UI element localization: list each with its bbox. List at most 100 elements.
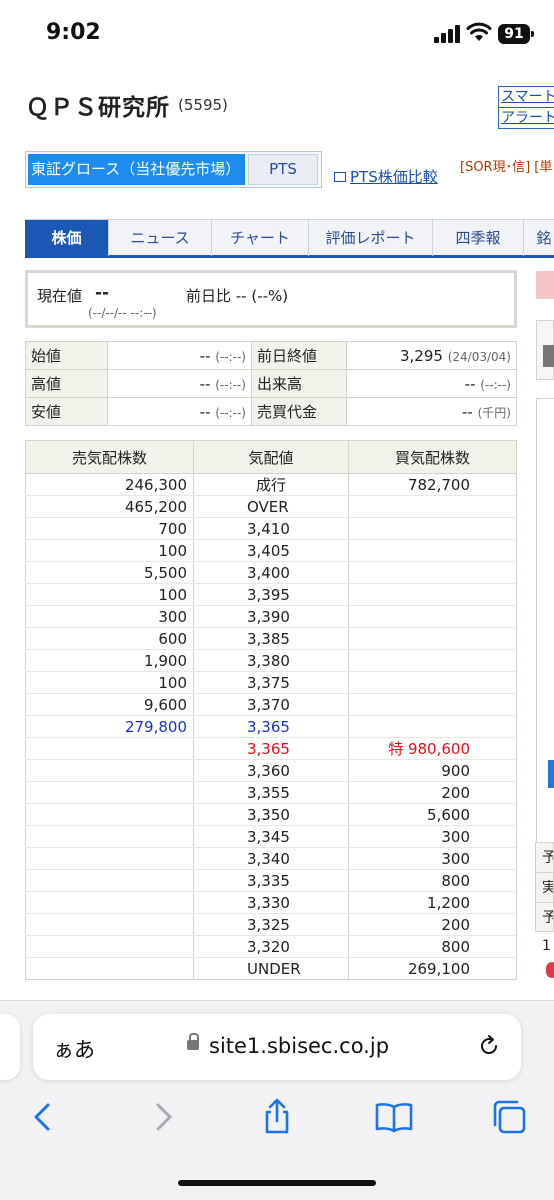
lock-icon: [187, 1033, 199, 1050]
edge-badge: [546, 962, 554, 978]
share-icon[interactable]: [257, 1097, 297, 1137]
order-book-row: 3,320 800: [25, 935, 517, 958]
quote-price: 3,355: [193, 781, 349, 804]
summary-value: -- (--:--): [107, 397, 252, 426]
order-book-row: 3,360 900: [25, 759, 517, 782]
current-price-time: (--/--/-- --:--): [88, 306, 157, 320]
sell-qty: [25, 913, 194, 936]
reload-icon[interactable]: [477, 1034, 501, 1058]
alert-link[interactable]: アラート: [499, 108, 554, 129]
current-price-value: --: [95, 283, 110, 303]
tab-price[interactable]: 株価: [25, 220, 109, 256]
sell-qty: [25, 957, 194, 980]
sor-badge: [SOR現･信] [単: [460, 160, 553, 175]
tab-chart[interactable]: チャート: [212, 220, 309, 256]
order-book-row: UNDER 269,100: [25, 957, 517, 980]
buy-qty: [348, 693, 517, 716]
sell-qty-header: 売気配株数: [25, 440, 194, 474]
order-book-row: 3,340 300: [25, 847, 517, 870]
summary-row: 安値 -- (--:--) 売買代金 -- (千円): [25, 397, 517, 426]
order-book-row: 3,325 200: [25, 913, 517, 936]
sell-qty: [25, 869, 194, 892]
quote-price: UNDER: [193, 957, 349, 980]
tabs-icon[interactable]: [490, 1097, 530, 1137]
market-tab-pts[interactable]: PTS: [248, 154, 318, 185]
quote-price-header: 気配値: [193, 440, 349, 474]
summary-label: 高値: [25, 369, 108, 398]
sell-qty: 300: [25, 605, 194, 628]
bookmarks-icon[interactable]: [374, 1097, 414, 1137]
quote-price: 3,365: [193, 737, 349, 760]
reader-settings-button[interactable]: ぁあ: [53, 1034, 95, 1064]
order-book-table: 売気配株数 気配値 買気配株数 246,300 成行 782,700 465,200 O…: [25, 440, 517, 980]
edge-row: 予: [535, 842, 554, 872]
quote-price: 3,380: [193, 649, 349, 672]
summary-value-2: -- (--:--): [346, 369, 517, 398]
buy-qty: 1,200: [348, 891, 517, 914]
back-icon[interactable]: [24, 1097, 64, 1137]
pts-compare-link[interactable]: PTS株価比較: [334, 166, 438, 187]
sell-qty: [25, 781, 194, 804]
edge-row: 予: [535, 902, 554, 932]
tab-rating-report[interactable]: 評価レポート: [309, 220, 433, 256]
quote-price: 3,350: [193, 803, 349, 826]
order-book-row: 246,300 成行 782,700: [25, 473, 517, 496]
market-tab-tse-growth[interactable]: 東証グロース（当社優先市場）: [28, 154, 245, 185]
buy-qty: 5,600: [348, 803, 517, 826]
home-indicator: [178, 1180, 376, 1186]
buy-qty: 200: [348, 913, 517, 936]
quote-price: OVER: [193, 495, 349, 518]
order-book-row: 5,500 3,400: [25, 561, 517, 584]
order-book-row: 1,900 3,380: [25, 649, 517, 672]
address-bar[interactable]: ぁあ site1.sbisec.co.jp: [33, 1014, 521, 1080]
buy-qty-header: 買気配株数: [348, 440, 517, 474]
summary-value-2: 3,295 (24/03/04): [346, 341, 517, 370]
buy-qty: [348, 715, 517, 738]
sell-qty: [25, 759, 194, 782]
order-book-row: 3,365 特 980,600: [25, 737, 517, 760]
sell-qty: 100: [25, 671, 194, 694]
summary-value: -- (--:--): [107, 341, 252, 370]
quote-price: 3,340: [193, 847, 349, 870]
quote-price: 3,360: [193, 759, 349, 782]
order-book-row: 9,600 3,370: [25, 693, 517, 716]
quote-price: 3,335: [193, 869, 349, 892]
edge-table: 予 実 予: [535, 842, 554, 932]
order-book-row: 3,345 300: [25, 825, 517, 848]
quote-price: 3,370: [193, 693, 349, 716]
edge-blue-button[interactable]: [548, 760, 554, 788]
quote-price: 3,375: [193, 671, 349, 694]
buy-qty: 782,700: [348, 473, 517, 496]
previous-tab[interactable]: [0, 1014, 20, 1080]
tab-more[interactable]: 銘: [524, 220, 554, 256]
sell-qty: [25, 803, 194, 826]
stock-code: (5595): [178, 96, 228, 114]
order-book-row: 100 3,395: [25, 583, 517, 606]
tab-news[interactable]: ニュース: [109, 220, 212, 256]
summary-row: 高値 -- (--:--) 出来高 -- (--:--): [25, 369, 517, 398]
price-change: 前日比 -- (--%): [186, 287, 289, 305]
current-price-box: 現在値 -- (--/--/-- --:--) 前日比 -- (--%): [25, 270, 517, 328]
summary-label-2: 前日終値: [251, 341, 347, 370]
forward-icon[interactable]: [142, 1097, 182, 1137]
buy-qty: 800: [348, 935, 517, 958]
order-book-row: 600 3,385: [25, 627, 517, 650]
buy-qty: [348, 561, 517, 584]
battery-icon: 91: [498, 24, 534, 44]
quote-price: 3,345: [193, 825, 349, 848]
side-links: スマート アラート: [498, 86, 554, 129]
price-summary-table: 始値 -- (--:--) 前日終値 3,295 (24/03/04) 高値 -- (--…: [25, 341, 517, 426]
buy-qty: [348, 583, 517, 606]
sell-qty: [25, 847, 194, 870]
buy-qty: [348, 627, 517, 650]
sell-qty: 100: [25, 583, 194, 606]
quote-price: 3,330: [193, 891, 349, 914]
quote-price: 3,325: [193, 913, 349, 936]
edge-button[interactable]: [536, 271, 554, 299]
tab-shikiho[interactable]: 四季報: [433, 220, 524, 256]
sell-qty: 465,200: [25, 495, 194, 518]
smart-link[interactable]: スマート: [499, 87, 554, 108]
edge-text: 1: [542, 938, 551, 954]
sell-qty: 600: [25, 627, 194, 650]
order-book-row: 100 3,375: [25, 671, 517, 694]
